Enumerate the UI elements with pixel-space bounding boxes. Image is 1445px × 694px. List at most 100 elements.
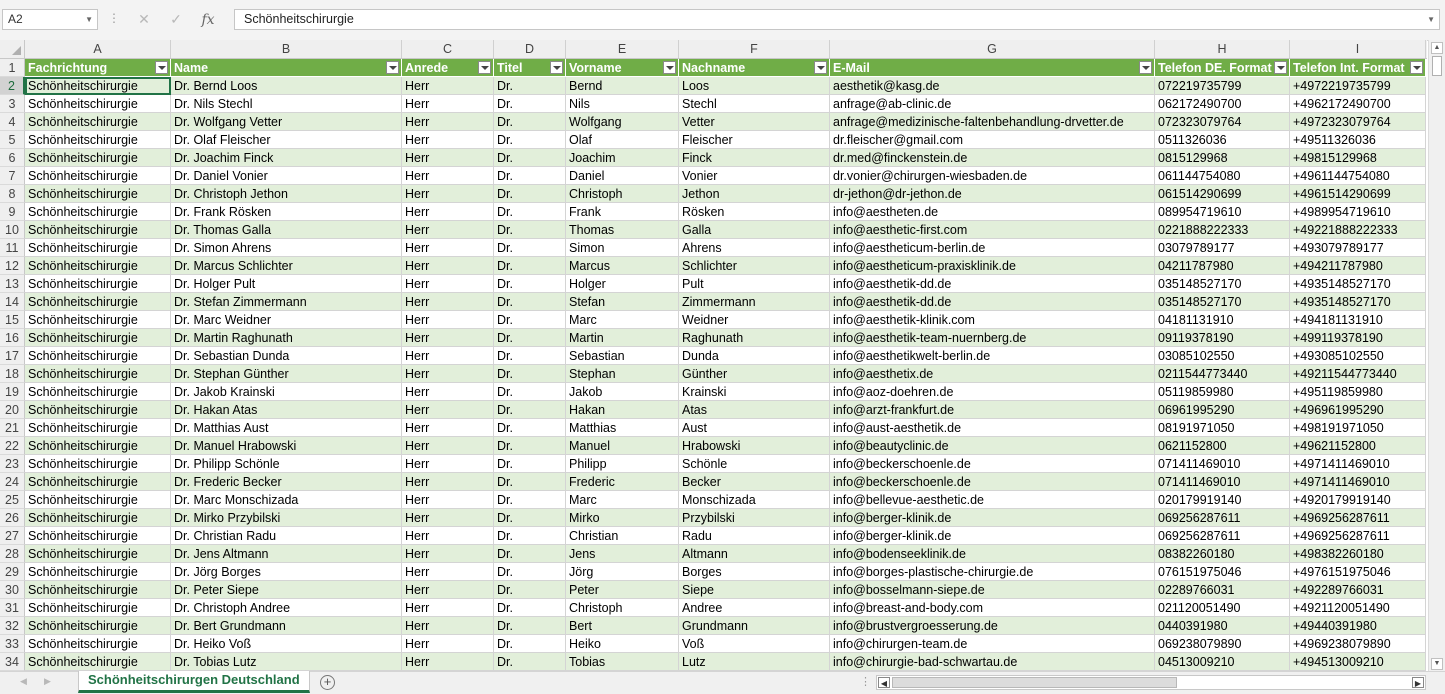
- table-cell[interactable]: Marc: [566, 311, 679, 329]
- table-cell[interactable]: Herr: [402, 275, 494, 293]
- filter-dropdown-icon[interactable]: [550, 61, 563, 74]
- table-cell[interactable]: +49221888222333: [1290, 221, 1426, 239]
- table-cell[interactable]: Christoph: [566, 599, 679, 617]
- table-cell[interactable]: +4962172490700: [1290, 95, 1426, 113]
- table-cell[interactable]: 072219735799: [1155, 77, 1290, 95]
- table-cell[interactable]: 089954719610: [1155, 203, 1290, 221]
- vertical-scrollbar[interactable]: ▲ ▼: [1428, 40, 1445, 672]
- table-cell[interactable]: Schönheitschirurgie: [25, 599, 171, 617]
- table-cell[interactable]: Herr: [402, 293, 494, 311]
- filter-dropdown-icon[interactable]: [478, 61, 491, 74]
- table-cell[interactable]: Grundmann: [679, 617, 830, 635]
- table-cell[interactable]: Herr: [402, 131, 494, 149]
- table-cell[interactable]: Herr: [402, 149, 494, 167]
- table-cell[interactable]: 02289766031: [1155, 581, 1290, 599]
- row-number[interactable]: 28: [0, 545, 25, 563]
- table-cell[interactable]: 069238079890: [1155, 635, 1290, 653]
- table-cell[interactable]: Dr.: [494, 347, 566, 365]
- row-number[interactable]: 23: [0, 455, 25, 473]
- table-cell[interactable]: Herr: [402, 599, 494, 617]
- row-number[interactable]: 13: [0, 275, 25, 293]
- row-number[interactable]: 34: [0, 653, 25, 671]
- table-cell[interactable]: info@aesthetik-dd.de: [830, 293, 1155, 311]
- table-cell[interactable]: +49621152800: [1290, 437, 1426, 455]
- table-cell[interactable]: Radu: [679, 527, 830, 545]
- vertical-scroll-thumb[interactable]: [1432, 56, 1442, 76]
- table-cell[interactable]: Weidner: [679, 311, 830, 329]
- table-cell[interactable]: Dr.: [494, 221, 566, 239]
- table-cell[interactable]: Schönheitschirurgie: [25, 617, 171, 635]
- table-cell[interactable]: Schönheitschirurgie: [25, 131, 171, 149]
- table-cell[interactable]: info@bosselmann-siepe.de: [830, 581, 1155, 599]
- row-number[interactable]: 12: [0, 257, 25, 275]
- table-cell[interactable]: info@aesthetic-first.com: [830, 221, 1155, 239]
- table-cell[interactable]: info@berger-klinik.de: [830, 509, 1155, 527]
- table-cell[interactable]: Bernd: [566, 77, 679, 95]
- table-cell[interactable]: Herr: [402, 401, 494, 419]
- table-cell[interactable]: Dr.: [494, 563, 566, 581]
- table-cell[interactable]: Dr. Jakob Krainski: [171, 383, 402, 401]
- table-cell[interactable]: Dr. Thomas Galla: [171, 221, 402, 239]
- row-number[interactable]: 2: [0, 77, 25, 95]
- filter-dropdown-icon[interactable]: [1139, 61, 1152, 74]
- table-cell[interactable]: Fleischer: [679, 131, 830, 149]
- table-cell[interactable]: dr.vonier@chirurgen-wiesbaden.de: [830, 167, 1155, 185]
- table-cell[interactable]: 04513009210: [1155, 653, 1290, 671]
- table-cell[interactable]: Herr: [402, 581, 494, 599]
- table-cell[interactable]: Matthias: [566, 419, 679, 437]
- column-header-c[interactable]: C: [402, 40, 494, 58]
- table-cell[interactable]: Olaf: [566, 131, 679, 149]
- table-cell[interactable]: 0511326036: [1155, 131, 1290, 149]
- table-cell[interactable]: Schönheitschirurgie: [25, 275, 171, 293]
- row-number[interactable]: 22: [0, 437, 25, 455]
- table-cell[interactable]: Schönheitschirurgie: [25, 329, 171, 347]
- table-cell[interactable]: 05119859980: [1155, 383, 1290, 401]
- column-header-h[interactable]: H: [1155, 40, 1290, 58]
- table-cell[interactable]: Holger: [566, 275, 679, 293]
- table-cell[interactable]: Heiko: [566, 635, 679, 653]
- row-number[interactable]: 27: [0, 527, 25, 545]
- table-cell[interactable]: 08382260180: [1155, 545, 1290, 563]
- row-number[interactable]: 5: [0, 131, 25, 149]
- table-cell[interactable]: Dr. Stefan Zimmermann: [171, 293, 402, 311]
- table-cell[interactable]: 069256287611: [1155, 509, 1290, 527]
- table-cell[interactable]: 04181131910: [1155, 311, 1290, 329]
- table-cell[interactable]: Rösken: [679, 203, 830, 221]
- table-cell[interactable]: info@aesthetix.de: [830, 365, 1155, 383]
- table-cell[interactable]: Schönheitschirurgie: [25, 221, 171, 239]
- table-cell[interactable]: +494181131910: [1290, 311, 1426, 329]
- table-cell[interactable]: Schönheitschirurgie: [25, 401, 171, 419]
- table-cell[interactable]: Galla: [679, 221, 830, 239]
- table-cell[interactable]: Schönheitschirurgie: [25, 185, 171, 203]
- table-cell[interactable]: Dr.: [494, 419, 566, 437]
- table-cell[interactable]: Dunda: [679, 347, 830, 365]
- table-cell[interactable]: Schönheitschirurgie: [25, 167, 171, 185]
- previous-sheet-icon[interactable]: ◀: [20, 676, 27, 687]
- table-cell[interactable]: Dr. Christoph Andree: [171, 599, 402, 617]
- table-cell[interactable]: +496961995290: [1290, 401, 1426, 419]
- table-cell[interactable]: Schönheitschirurgie: [25, 293, 171, 311]
- table-cell[interactable]: Herr: [402, 509, 494, 527]
- table-cell[interactable]: 03079789177: [1155, 239, 1290, 257]
- add-sheet-icon[interactable]: +: [320, 675, 335, 690]
- table-cell[interactable]: +4976151975046: [1290, 563, 1426, 581]
- table-cell[interactable]: Dr.: [494, 365, 566, 383]
- table-cell[interactable]: Dr. Mirko Przybilski: [171, 509, 402, 527]
- table-cell[interactable]: Dr. Nils Stechl: [171, 95, 402, 113]
- table-cell[interactable]: Dr. Stephan Günther: [171, 365, 402, 383]
- table-cell[interactable]: Stefan: [566, 293, 679, 311]
- table-cell[interactable]: Dr. Holger Pult: [171, 275, 402, 293]
- table-cell[interactable]: Ahrens: [679, 239, 830, 257]
- table-cell[interactable]: 069256287611: [1155, 527, 1290, 545]
- table-cell[interactable]: +4920179919140: [1290, 491, 1426, 509]
- table-cell[interactable]: Herr: [402, 419, 494, 437]
- formula-bar-grip-icon[interactable]: ⋮: [108, 11, 120, 25]
- table-cell[interactable]: Dr.: [494, 203, 566, 221]
- table-cell[interactable]: Stechl: [679, 95, 830, 113]
- table-cell[interactable]: Dr.: [494, 437, 566, 455]
- table-cell[interactable]: info@arzt-frankfurt.de: [830, 401, 1155, 419]
- select-all-button[interactable]: [0, 40, 25, 58]
- table-cell[interactable]: Dr. Manuel Hrabowski: [171, 437, 402, 455]
- table-cell[interactable]: 03085102550: [1155, 347, 1290, 365]
- table-cell[interactable]: +4972323079764: [1290, 113, 1426, 131]
